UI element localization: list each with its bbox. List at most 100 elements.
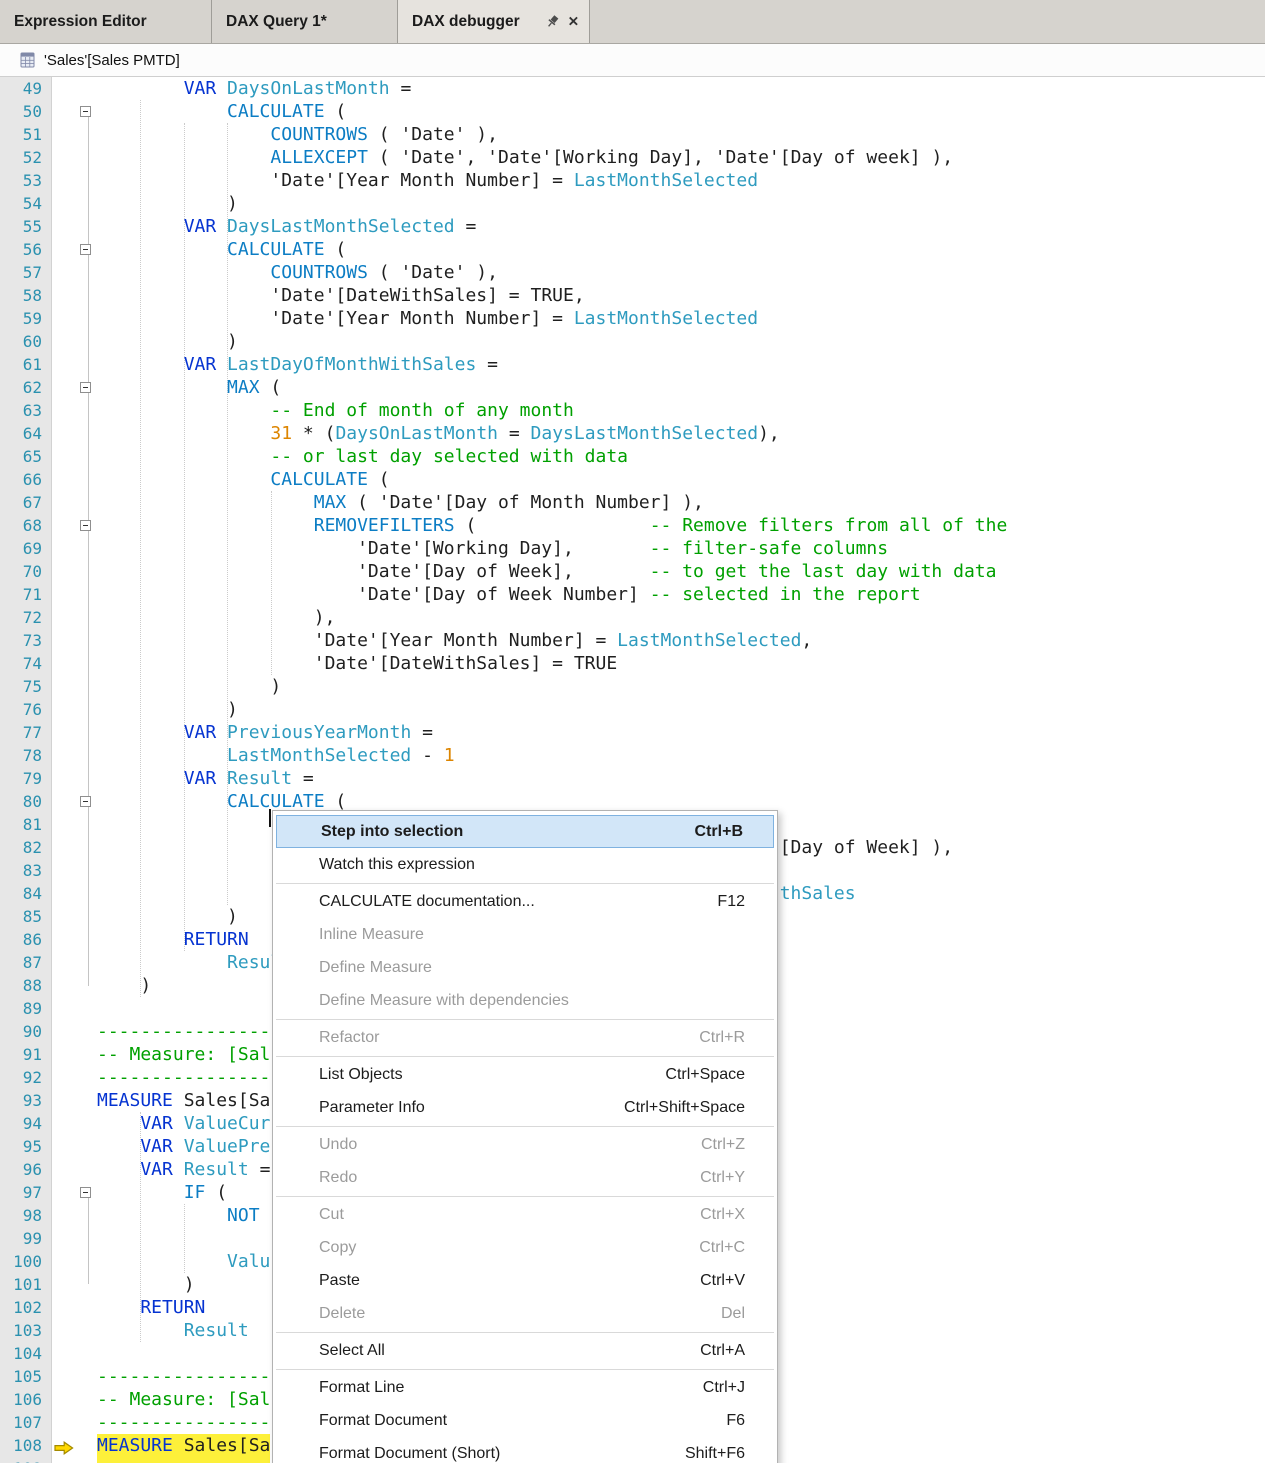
code-line-74[interactable]: 74'Date'[DateWithSales] = TRUE [0, 652, 1265, 675]
line-number[interactable]: 57 [0, 261, 52, 284]
code-line-66[interactable]: 66CALCULATE ( [0, 468, 1265, 491]
line-number[interactable]: 53 [0, 169, 52, 192]
code-line-58[interactable]: 58'Date'[DateWithSales] = TRUE, [0, 284, 1265, 307]
line-number[interactable]: 79 [0, 767, 52, 790]
line-number[interactable]: 102 [0, 1296, 52, 1319]
line-number[interactable]: 82 [0, 836, 52, 859]
code-line-53[interactable]: 53'Date'[Year Month Number] = LastMonthS… [0, 169, 1265, 192]
line-number[interactable]: 89 [0, 997, 52, 1020]
line-number[interactable]: 64 [0, 422, 52, 445]
pin-icon[interactable] [545, 14, 560, 29]
fold-collapse-icon[interactable] [80, 382, 91, 393]
line-number[interactable]: 67 [0, 491, 52, 514]
menu-item-watch-this-expression[interactable]: Watch this expression [275, 848, 775, 881]
menu-item-format-document-short[interactable]: Format Document (Short)Shift+F6 [275, 1437, 775, 1463]
code-line-67[interactable]: 67MAX ( 'Date'[Day of Month Number] ), [0, 491, 1265, 514]
line-number[interactable]: 62 [0, 376, 52, 399]
line-number[interactable]: 75 [0, 675, 52, 698]
code-line-65[interactable]: 65-- or last day selected with data [0, 445, 1265, 468]
line-number[interactable]: 101 [0, 1273, 52, 1296]
line-number[interactable]: 104 [0, 1342, 52, 1365]
line-number[interactable]: 95 [0, 1135, 52, 1158]
line-number[interactable]: 56 [0, 238, 52, 261]
line-number[interactable]: 107 [0, 1411, 52, 1434]
line-number[interactable]: 50 [0, 100, 52, 123]
close-icon[interactable]: ✕ [568, 14, 579, 30]
line-number[interactable]: 72 [0, 606, 52, 629]
fold-collapse-icon[interactable] [80, 106, 91, 117]
line-number[interactable]: 55 [0, 215, 52, 238]
code-line-70[interactable]: 70'Date'[Day of Week],-- to get the last… [0, 560, 1265, 583]
code-line-54[interactable]: 54) [0, 192, 1265, 215]
code-line-68[interactable]: 68REMOVEFILTERS (-- Remove filters from … [0, 514, 1265, 537]
line-number[interactable]: 73 [0, 629, 52, 652]
fold-collapse-icon[interactable] [80, 244, 91, 255]
menu-item-select-all[interactable]: Select AllCtrl+A [275, 1334, 775, 1367]
tab-dax-query-1[interactable]: DAX Query 1* [212, 0, 398, 43]
line-number[interactable]: 71 [0, 583, 52, 606]
code-line-62[interactable]: 62MAX ( [0, 376, 1265, 399]
line-number[interactable]: 77 [0, 721, 52, 744]
code-line-72[interactable]: 72), [0, 606, 1265, 629]
code-line-52[interactable]: 52ALLEXCEPT ( 'Date', 'Date'[Working Day… [0, 146, 1265, 169]
menu-item-calculate-documentation[interactable]: CALCULATE documentation...F12 [275, 885, 775, 918]
line-number[interactable]: 80 [0, 790, 52, 813]
line-number[interactable]: 100 [0, 1250, 52, 1273]
line-number[interactable]: 97 [0, 1181, 52, 1204]
code-line-76[interactable]: 76) [0, 698, 1265, 721]
line-number[interactable]: 88 [0, 974, 52, 997]
line-number[interactable]: 78 [0, 744, 52, 767]
line-number[interactable]: 81 [0, 813, 52, 836]
line-number[interactable]: 69 [0, 537, 52, 560]
line-number[interactable]: 51 [0, 123, 52, 146]
code-line-61[interactable]: 61VAR LastDayOfMonthWithSales = [0, 353, 1265, 376]
line-number[interactable]: 65 [0, 445, 52, 468]
menu-item-format-document[interactable]: Format DocumentF6 [275, 1404, 775, 1437]
code-line-49[interactable]: 49VAR DaysOnLastMonth = [0, 77, 1265, 100]
line-number[interactable]: 54 [0, 192, 52, 215]
code-line-57[interactable]: 57COUNTROWS ( 'Date' ), [0, 261, 1265, 284]
tab-dax-debugger[interactable]: DAX debugger✕ [398, 0, 590, 43]
line-number[interactable]: 84 [0, 882, 52, 905]
fold-collapse-icon[interactable] [80, 520, 91, 531]
menu-item-step-into-selection[interactable]: Step into selectionCtrl+B [276, 815, 774, 848]
line-number[interactable]: 59 [0, 307, 52, 330]
line-number[interactable]: 108 [0, 1434, 52, 1457]
menu-item-paste[interactable]: PasteCtrl+V [275, 1264, 775, 1297]
menu-item-list-objects[interactable]: List ObjectsCtrl+Space [275, 1058, 775, 1091]
line-number[interactable]: 96 [0, 1158, 52, 1181]
code-line-78[interactable]: 78LastMonthSelected - 1 [0, 744, 1265, 767]
line-number[interactable]: 76 [0, 698, 52, 721]
fold-collapse-icon[interactable] [80, 796, 91, 807]
code-line-51[interactable]: 51COUNTROWS ( 'Date' ), [0, 123, 1265, 146]
line-number[interactable]: 66 [0, 468, 52, 491]
code-line-75[interactable]: 75) [0, 675, 1265, 698]
line-number[interactable]: 49 [0, 77, 52, 100]
code-line-69[interactable]: 69'Date'[Working Day],-- filter-safe col… [0, 537, 1265, 560]
code-line-71[interactable]: 71'Date'[Day of Week Number] -- selected… [0, 583, 1265, 606]
line-number[interactable]: 94 [0, 1112, 52, 1135]
line-number[interactable]: 105 [0, 1365, 52, 1388]
line-number[interactable]: 103 [0, 1319, 52, 1342]
code-line-60[interactable]: 60) [0, 330, 1265, 353]
line-number[interactable]: 83 [0, 859, 52, 882]
code-line-55[interactable]: 55VAR DaysLastMonthSelected = [0, 215, 1265, 238]
tab-expression-editor[interactable]: Expression Editor [0, 0, 212, 43]
code-line-64[interactable]: 6431 * (DaysOnLastMonth = DaysLastMonthS… [0, 422, 1265, 445]
menu-item-format-line[interactable]: Format LineCtrl+J [275, 1371, 775, 1404]
line-number[interactable]: 109 [0, 1457, 52, 1463]
code-line-50[interactable]: 50CALCULATE ( [0, 100, 1265, 123]
line-number[interactable]: 86 [0, 928, 52, 951]
line-number[interactable]: 87 [0, 951, 52, 974]
code-line-63[interactable]: 63-- End of month of any month [0, 399, 1265, 422]
line-number[interactable]: 92 [0, 1066, 52, 1089]
menu-item-parameter-info[interactable]: Parameter InfoCtrl+Shift+Space [275, 1091, 775, 1124]
code-line-79[interactable]: 79VAR Result = [0, 767, 1265, 790]
code-line-77[interactable]: 77VAR PreviousYearMonth = [0, 721, 1265, 744]
line-number[interactable]: 85 [0, 905, 52, 928]
line-number[interactable]: 90 [0, 1020, 52, 1043]
code-line-73[interactable]: 73'Date'[Year Month Number] = LastMonthS… [0, 629, 1265, 652]
line-number[interactable]: 98 [0, 1204, 52, 1227]
code-line-56[interactable]: 56CALCULATE ( [0, 238, 1265, 261]
line-number[interactable]: 61 [0, 353, 52, 376]
